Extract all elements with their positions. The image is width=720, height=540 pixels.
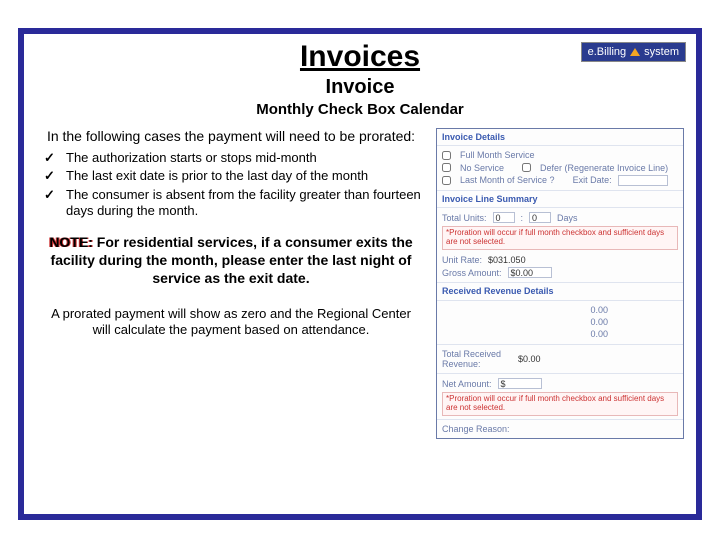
slide-frame: e.Billing system Invoices Invoice Monthl… [18, 28, 702, 520]
full-month-checkbox[interactable] [442, 151, 451, 160]
logo-word-text: system [644, 46, 679, 58]
last-month-label: Last Month of Service ? [460, 175, 555, 185]
defer-checkbox[interactable] [522, 163, 531, 172]
full-month-label: Full Month Service [460, 150, 535, 160]
page-section-title: Monthly Check Box Calendar [36, 101, 684, 118]
instruction-column: In the following cases the payment will … [36, 128, 426, 439]
days-label: Days [557, 213, 578, 223]
note-label: NOTE: [49, 234, 93, 250]
defer-label: Defer (Regenerate Invoice Line) [540, 163, 668, 173]
exit-date-field[interactable] [618, 175, 668, 186]
total-received-label: Total Received Revenue: [442, 349, 512, 370]
totals-section: Total Units: 0 : 0 Days *Proration will … [437, 208, 683, 283]
note-body: For residential services, if a consumer … [51, 234, 413, 286]
logo-triangle-icon [630, 48, 640, 56]
total-units-a-field[interactable]: 0 [493, 212, 515, 223]
no-service-label: No Service [460, 163, 504, 173]
recv-value-3: 0.00 [590, 329, 608, 339]
net-amount-label: Net Amount: [442, 379, 492, 389]
received-revenue-section: 0.00 0.00 0.00 [437, 301, 683, 345]
received-revenue-header: Received Revenue Details [437, 283, 683, 300]
gross-amount-field[interactable]: $0.00 [508, 267, 552, 278]
total-units-b-field[interactable]: 0 [529, 212, 551, 223]
page-subtitle: Invoice [36, 76, 684, 99]
gross-amount-label: Gross Amount: [442, 268, 502, 278]
footer-text: A prorated payment will show as zero and… [36, 306, 426, 340]
no-service-checkbox[interactable] [442, 163, 451, 172]
panel-header: Invoice Details [437, 129, 683, 146]
last-month-checkbox[interactable] [442, 176, 451, 185]
proration-bullet-list: The authorization starts or stops mid-mo… [36, 150, 426, 219]
change-reason-section: Change Reason: [437, 420, 683, 438]
line-summary-header: Invoice Line Summary [437, 191, 683, 208]
net-amount-field[interactable]: $ [498, 378, 542, 389]
lead-text: In the following cases the payment will … [36, 128, 426, 144]
list-item: The consumer is absent from the facility… [44, 187, 426, 220]
exit-date-label: Exit Date: [573, 175, 612, 185]
list-item: The authorization starts or stops mid-mo… [44, 150, 426, 166]
total-units-label: Total Units: [442, 213, 487, 223]
logo-brand-text: e.Billing [588, 46, 627, 58]
total-received-value: $0.00 [518, 354, 541, 364]
proration-warning-2: *Proration will occur if full month chec… [442, 392, 678, 416]
content-row: In the following cases the payment will … [36, 128, 684, 439]
note-block: NOTE: For residential services, if a con… [36, 233, 426, 288]
invoice-details-panel: Invoice Details Full Month Service No Se… [436, 128, 684, 439]
brand-logo: e.Billing system [581, 42, 686, 62]
unit-rate-label: Unit Rate: [442, 255, 482, 265]
unit-rate-value: $031.050 [488, 255, 526, 265]
list-item: The last exit date is prior to the last … [44, 168, 426, 184]
flags-section: Full Month Service No Service Defer (Reg… [437, 146, 683, 191]
total-received-section: Total Received Revenue: $0.00 [437, 345, 683, 375]
recv-value-1: 0.00 [590, 305, 608, 315]
change-reason-label: Change Reason: [442, 424, 510, 434]
proration-warning-1: *Proration will occur if full month chec… [442, 226, 678, 250]
net-amount-section: Net Amount: $ *Proration will occur if f… [437, 374, 683, 420]
recv-value-2: 0.00 [590, 317, 608, 327]
